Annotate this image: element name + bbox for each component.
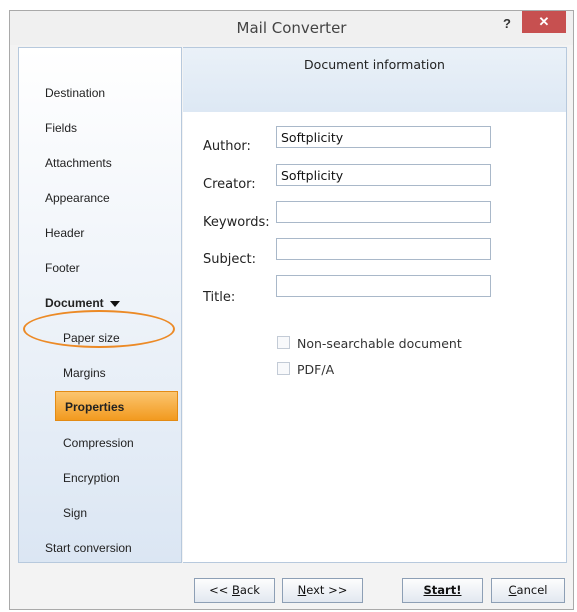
sidebar-item-footer[interactable]: Footer [19,253,181,283]
subject-label: Subject: [203,252,256,267]
sidebar-item-properties[interactable]: Properties [55,391,178,421]
keywords-field[interactable] [276,201,491,223]
sidebar-item-appearance[interactable]: Appearance [19,183,181,213]
panel-header: Document information [183,48,566,112]
sidebar-item-attachments[interactable]: Attachments [19,148,181,178]
keywords-label: Keywords: [203,215,270,230]
non-searchable-checkbox-row[interactable]: Non-searchable document [277,336,462,351]
close-button[interactable]: ✕ [522,11,566,33]
footer-button-bar: << Back Next >> Start! Cancel [18,564,567,606]
title-label: Title: [203,290,236,305]
creator-label: Creator: [203,177,256,192]
sidebar-item-compression[interactable]: Compression [19,428,181,458]
properties-panel: Document information Author: Creator: Ke… [183,47,567,563]
sidebar-nav: Destination Fields Attachments Appearanc… [18,47,182,563]
sidebar-item-margins[interactable]: Margins [19,358,181,388]
sidebar-item-header[interactable]: Header [19,218,181,248]
start-button[interactable]: Start! [402,578,483,603]
subject-field[interactable] [276,238,491,260]
sidebar-item-start-conversion[interactable]: Start conversion [19,533,181,563]
title-bar: Mail Converter ? ✕ [10,11,573,45]
back-button[interactable]: << Back [194,578,275,603]
pdfa-label: PDF/A [297,362,335,377]
cancel-button[interactable]: Cancel [491,578,565,603]
non-searchable-label: Non-searchable document [297,336,462,351]
close-icon: ✕ [538,14,550,29]
title-field[interactable] [276,275,491,297]
creator-field[interactable] [276,164,491,186]
author-label: Author: [203,139,251,154]
sidebar-item-paper-size[interactable]: Paper size [19,323,181,353]
panel-heading: Document information [304,57,445,72]
sidebar-item-destination[interactable]: Destination [19,78,181,108]
pdfa-checkbox[interactable] [277,362,290,375]
window-title: Mail Converter [236,19,347,37]
author-field[interactable] [276,126,491,148]
non-searchable-checkbox[interactable] [277,336,290,349]
chevron-down-icon [109,300,120,307]
sidebar-item-fields[interactable]: Fields [19,113,181,143]
mail-converter-window: Mail Converter ? ✕ Destination Fields At… [9,10,574,610]
sidebar-item-document[interactable]: Document [19,288,181,318]
help-button[interactable]: ? [497,14,517,34]
pdfa-checkbox-row[interactable]: PDF/A [277,362,334,377]
sidebar-item-sign[interactable]: Sign [19,498,181,528]
next-button[interactable]: Next >> [282,578,363,603]
sidebar-item-encryption[interactable]: Encryption [19,463,181,493]
